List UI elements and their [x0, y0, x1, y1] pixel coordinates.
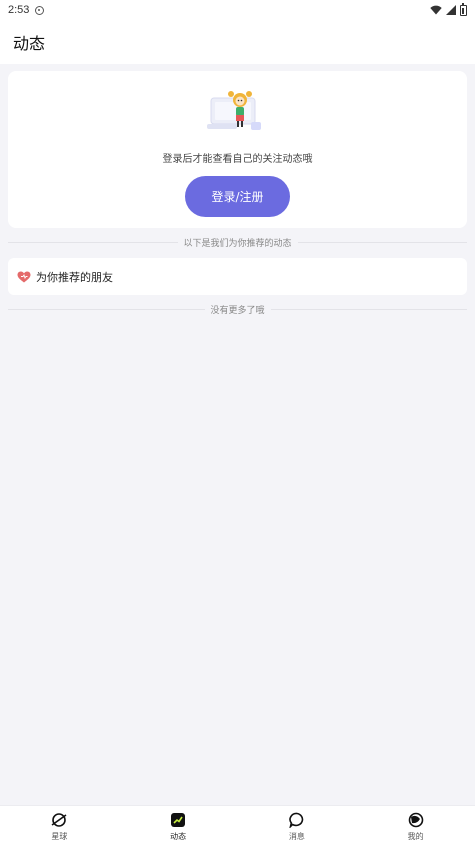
planet-icon: [51, 813, 67, 827]
divider-line: [8, 241, 178, 243]
feed-icon: [171, 813, 186, 827]
wifi-icon: [430, 5, 442, 15]
status-time: 2:53: [8, 4, 30, 16]
tab-profile[interactable]: 我的: [356, 806, 475, 844]
status-bar: 2:53: [0, 0, 475, 20]
login-prompt: 登录后才能查看自己的关注动态哦: [162, 154, 313, 165]
app-header: 动态: [0, 20, 475, 64]
notification-icon: [35, 5, 45, 15]
tab-label: 消息: [288, 832, 305, 841]
tab-label: 动态: [170, 832, 187, 841]
tab-label: 星球: [51, 832, 68, 841]
tab-messages[interactable]: 消息: [238, 806, 357, 844]
recommended-friends-label: 为你推荐的朋友: [36, 270, 113, 284]
divider-line: [8, 308, 205, 310]
heart-icon: [17, 271, 31, 282]
signal-icon: [446, 5, 456, 15]
message-icon: [289, 812, 304, 828]
recommended-hint: 以下是我们为你推荐的动态: [183, 238, 292, 249]
login-illustration: [207, 91, 261, 130]
recommended-friends-card[interactable]: 为你推荐的朋友: [8, 258, 467, 295]
end-divider: 没有更多了哦: [8, 302, 468, 316]
divider-line: [297, 241, 468, 243]
status-icons: [430, 2, 467, 16]
tab-feed[interactable]: 动态: [119, 806, 238, 844]
profile-icon: [408, 812, 423, 828]
page-title: 动态: [13, 34, 46, 53]
divider-line: [270, 308, 468, 310]
login-register-button[interactable]: 登录/注册: [185, 176, 290, 217]
tab-label: 我的: [407, 832, 424, 841]
bottom-tab-bar: 星球 动态 消息 我的: [0, 805, 475, 844]
tab-planet[interactable]: 星球: [0, 806, 119, 844]
battery-icon: [460, 2, 467, 16]
login-card: 登录后才能查看自己的关注动态哦 登录/注册: [8, 71, 467, 228]
end-hint: 没有更多了哦: [210, 305, 265, 316]
recommended-divider: 以下是我们为你推荐的动态: [8, 235, 468, 249]
